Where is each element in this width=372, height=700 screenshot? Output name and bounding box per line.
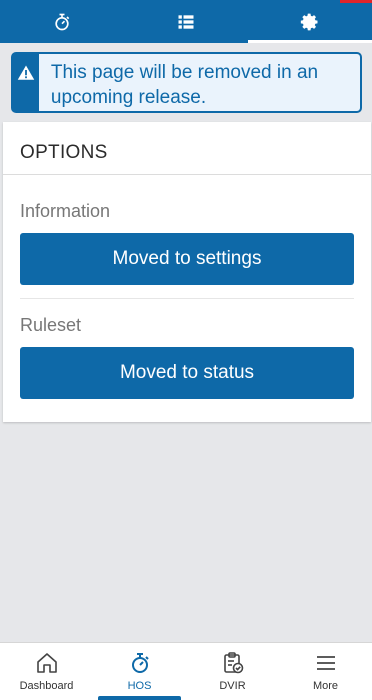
- alert-icon-column: [13, 54, 39, 111]
- top-tab-bar: [0, 0, 372, 43]
- tab-settings[interactable]: [248, 0, 372, 43]
- nav-item-dvir[interactable]: DVIR: [186, 643, 279, 700]
- nav-label-more: More: [312, 680, 339, 692]
- home-icon: [36, 653, 57, 673]
- nav-item-more[interactable]: More: [279, 643, 372, 700]
- nav-label-dashboard: Dashboard: [19, 680, 74, 692]
- nav-label-dvir: DVIR: [219, 680, 246, 692]
- options-title: OPTIONS: [3, 122, 371, 175]
- alert-message: This page will be removed in an upcoming…: [50, 62, 319, 108]
- nav-label-hos: HOS: [127, 680, 152, 692]
- tab-logs-list[interactable]: [124, 0, 248, 43]
- gear-icon: [300, 13, 318, 30]
- moved-to-settings-button[interactable]: Moved to settings: [20, 233, 354, 285]
- warning-icon: [17, 65, 35, 80]
- bottom-navigation: Dashboard HOS DVIR More: [0, 642, 372, 700]
- tab-hos-clock[interactable]: [0, 0, 124, 43]
- section-divider: [20, 298, 354, 299]
- nav-item-dashboard[interactable]: Dashboard: [0, 643, 93, 700]
- options-card: OPTIONS Information Moved to settings Ru…: [3, 122, 371, 422]
- clipboard-check-icon: [223, 652, 243, 674]
- stopwatch-icon: [131, 653, 149, 673]
- list-icon: [178, 14, 194, 29]
- nav-item-hos[interactable]: HOS: [93, 643, 186, 700]
- ruleset-label: Ruleset: [20, 315, 82, 335]
- information-label: Information: [20, 201, 111, 221]
- menu-icon: [316, 656, 335, 670]
- alert-area: This page will be removed in an upcoming…: [0, 43, 372, 122]
- deprecation-alert: This page will be removed in an upcoming…: [11, 52, 362, 113]
- moved-to-status-button[interactable]: Moved to status: [20, 347, 354, 399]
- stopwatch-icon: [55, 13, 70, 30]
